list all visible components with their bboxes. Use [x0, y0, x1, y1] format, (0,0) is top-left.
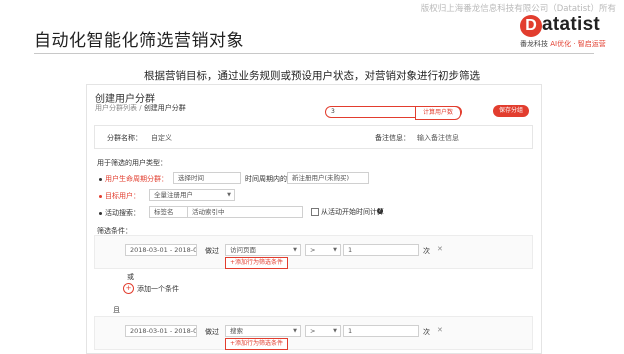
action-select[interactable]: 搜索 ▼ [225, 325, 301, 337]
and-label: 且 [113, 306, 120, 314]
checkbox-label: 从活动开始时间计算 [321, 208, 384, 216]
segment-builder-screenshot: 创建用户分群 用户分群列表 / 创建用户分群 3 计算用户数 保存分组 分群名称… [86, 84, 542, 354]
date-range-input[interactable]: 2018-03-01 - 2018-05-0 [125, 244, 197, 256]
user-count-value: 3 [331, 108, 335, 115]
breadcrumb-parent[interactable]: 用户分群列表 [95, 104, 137, 112]
add-condition-link[interactable]: 添加一个条件 [137, 284, 179, 294]
add-condition-icon[interactable]: + [123, 283, 134, 294]
unit-label: 次 [423, 247, 430, 255]
activity-search-label: 活动搜索： [99, 208, 140, 218]
copyright-notice: 版权归上海番龙信息科技有限公司（Datatist）所有 [420, 4, 616, 14]
lifecycle-time-input[interactable]: 选择时间 [173, 172, 241, 184]
page-header: 创建用户分群 用户分群列表 / 创建用户分群 3 计算用户数 保存分组 [87, 85, 541, 123]
rule-verb: 做过 [205, 247, 219, 255]
group-info-card: 分群名称： 自定义 备注信息： 输入备注信息 [94, 125, 533, 149]
bullet-icon [99, 211, 102, 215]
close-icon[interactable]: ✕ [437, 326, 443, 334]
breadcrumb-current: 创建用户分群 [143, 104, 186, 112]
count-input[interactable]: 1 [343, 244, 419, 256]
slide-subtitle: 根据营销目标，通过业务规则或预设用户状态，对营销对象进行初步筛选 [144, 70, 480, 82]
filter-rule-1: 2018-03-01 - 2018-05-0 做过 访问页面▼ >▼ 1 次 ✕… [94, 235, 533, 269]
date-range-input[interactable]: 2018-03-01 - 2018-05-0 [125, 325, 197, 337]
operator-select[interactable]: > ▼ [305, 325, 341, 337]
count-input[interactable]: 1 [343, 325, 419, 337]
title-divider [34, 53, 594, 54]
operator-select[interactable]: > ▼ [305, 244, 341, 256]
add-behavior-filter-button[interactable]: +添加行为筛选条件 [225, 257, 289, 269]
bullet-icon [99, 177, 102, 181]
remark-label: 备注信息： [375, 134, 410, 142]
activity-search-input[interactable]: 活动索引中 [187, 206, 303, 218]
slide-title: 自动化智能化筛选营销对象 [34, 31, 244, 51]
close-icon[interactable]: ✕ [437, 245, 443, 253]
group-name-field[interactable]: 自定义 [151, 133, 172, 143]
chevron-down-icon: ▼ [333, 328, 337, 334]
filter-rule-2: 2018-03-01 - 2018-05-0 做过 搜索▼ >▼ 1 次 ✕ +… [94, 316, 533, 350]
unit-label: 次 [423, 328, 430, 336]
datatist-logo: D atatist 番龙科技 AI优化 · 智启运营 [520, 14, 620, 50]
from-activity-start-checkbox[interactable] [311, 208, 319, 216]
add-behavior-filter-button[interactable]: +添加行为筛选条件 [225, 338, 289, 350]
chevron-down-icon: ▼ [227, 192, 231, 198]
user-type-heading: 用于筛选的用户类型： [97, 159, 167, 167]
logo-tagline: 番龙科技 AI优化 · 智启运营 [520, 39, 606, 49]
or-label: 或 [127, 273, 134, 281]
time-period-select[interactable]: 新注册用户(未购买) [287, 172, 369, 184]
breadcrumb: 用户分群列表 / 创建用户分群 [95, 103, 186, 113]
logo-slogan: AI优化 · 智启运营 [550, 40, 606, 48]
logo-mark-icon: D [520, 15, 542, 37]
target-user-select[interactable]: 全量注册用户 ▼ [149, 189, 235, 201]
help-icon[interactable]: ? [377, 208, 383, 214]
user-count-input[interactable]: 3 计算用户数 [325, 106, 462, 120]
breadcrumb-separator: / [137, 104, 144, 112]
action-select[interactable]: 访问页面 ▼ [225, 244, 301, 256]
time-period-label: 时间周期内的 [245, 175, 287, 183]
remark-field[interactable]: 输入备注信息 [417, 133, 459, 143]
bullet-icon [99, 194, 102, 198]
chevron-down-icon: ▼ [293, 328, 297, 334]
target-user-label: 目标用户： [99, 191, 140, 201]
save-group-button[interactable]: 保存分组 [493, 105, 529, 117]
chevron-down-icon: ▼ [333, 247, 337, 253]
logo-name: atatist [542, 14, 601, 35]
lifecycle-label: 用户生命周期分群： [99, 174, 168, 184]
rule-verb: 做过 [205, 328, 219, 336]
chevron-down-icon: ▼ [293, 247, 297, 253]
calculate-users-button[interactable]: 计算用户数 [415, 106, 461, 120]
activity-tag-select[interactable]: 标签名 [149, 206, 189, 218]
logo-company: 番龙科技 [520, 40, 548, 48]
group-name-label: 分群名称： [107, 134, 142, 142]
